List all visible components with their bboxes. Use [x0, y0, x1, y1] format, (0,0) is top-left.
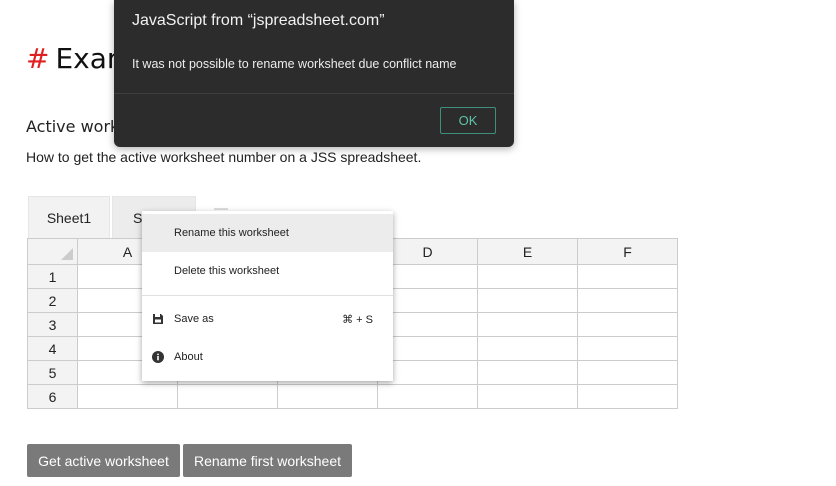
dialog-message: It was not possible to rename worksheet …	[132, 57, 457, 71]
cell[interactable]	[477, 384, 578, 409]
menu-item-save-as[interactable]: Save as ⌘ + S	[142, 300, 393, 338]
cell[interactable]	[277, 384, 378, 409]
dialog-divider	[114, 93, 514, 94]
menu-item-delete[interactable]: Delete this worksheet	[142, 252, 393, 290]
dialog-title: JavaScript from “jspreadsheet.com”	[132, 12, 385, 29]
menu-item-label: Save as	[174, 313, 214, 325]
column-header-e[interactable]: E	[477, 238, 578, 265]
cell[interactable]	[477, 360, 578, 385]
description-text: How to get the active worksheet number o…	[26, 149, 422, 165]
cell[interactable]	[377, 384, 478, 409]
cell[interactable]	[477, 264, 578, 289]
menu-item-rename[interactable]: Rename this worksheet	[142, 214, 393, 252]
cell[interactable]	[477, 288, 578, 313]
row-header-2[interactable]: 2	[27, 288, 78, 313]
menu-item-label: About	[174, 351, 203, 363]
section-heading: Active work	[26, 117, 120, 136]
cell[interactable]	[577, 360, 678, 385]
title-hash: #	[26, 42, 50, 75]
menu-item-about[interactable]: About	[142, 338, 393, 376]
floppy-disk-icon	[152, 313, 164, 325]
column-header-f[interactable]: F	[577, 238, 678, 265]
cell[interactable]	[577, 264, 678, 289]
get-active-worksheet-button[interactable]: Get active worksheet	[27, 444, 180, 477]
row-header-6[interactable]: 6	[27, 384, 78, 409]
cell[interactable]	[477, 312, 578, 337]
cell[interactable]	[577, 336, 678, 361]
cell[interactable]	[577, 312, 678, 337]
cell[interactable]	[477, 336, 578, 361]
cell[interactable]	[577, 384, 678, 409]
row-header-3[interactable]: 3	[27, 312, 78, 337]
alert-dialog: JavaScript from “jspreadsheet.com” It wa…	[114, 0, 514, 147]
row-header-1[interactable]: 1	[27, 264, 78, 289]
ok-button[interactable]: OK	[440, 107, 496, 134]
menu-item-label: Rename this worksheet	[174, 227, 289, 239]
cell[interactable]	[577, 288, 678, 313]
menu-item-label: Delete this worksheet	[174, 265, 280, 277]
shortcut-label: ⌘ + S	[342, 313, 373, 326]
cell[interactable]	[177, 384, 278, 409]
tab-add-handle[interactable]	[214, 208, 228, 210]
table-row: 6	[27, 384, 678, 409]
context-menu: Rename this worksheet Delete this worksh…	[142, 211, 393, 381]
info-icon	[152, 351, 164, 363]
rename-first-worksheet-button[interactable]: Rename first worksheet	[183, 444, 352, 477]
tab-sheet1[interactable]: Sheet1	[28, 196, 110, 238]
row-header-4[interactable]: 4	[27, 336, 78, 361]
row-header-5[interactable]: 5	[27, 360, 78, 385]
cell[interactable]	[77, 384, 178, 409]
menu-separator	[142, 295, 393, 296]
select-all-corner[interactable]	[27, 238, 78, 265]
